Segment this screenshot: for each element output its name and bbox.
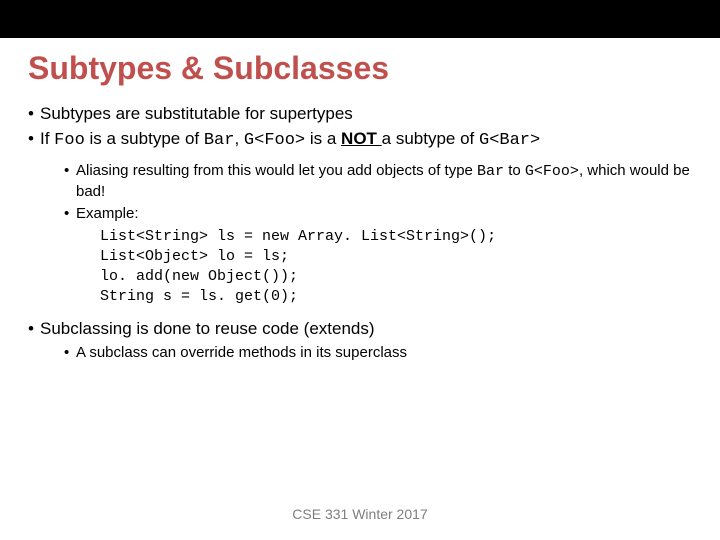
text-fragment: , [234,129,243,148]
code-gfoo-inline: G<Foo> [525,163,579,180]
slide-content: Subtypes & Subclasses Subtypes are subst… [0,38,720,363]
bullet-override: A subclass can override methods in its s… [64,343,692,363]
text-fragment: Aliasing resulting from this would let y… [76,162,477,179]
slide-footer: CSE 331 Winter 2017 [0,506,720,522]
code-line-3: lo. add(new Object()); [100,267,692,287]
sub-bullets: Aliasing resulting from this would let y… [28,161,692,225]
top-black-bar [0,0,720,38]
code-bar-inline: Bar [477,163,504,180]
code-line-4: String s = ls. get(0); [100,287,692,307]
text-fragment: is a [305,129,341,148]
sub-bullets-2: A subclass can override methods in its s… [28,343,692,363]
code-bar: Bar [204,131,235,150]
text-fragment: a subtype of [382,129,479,148]
text-fragment: is a subtype of [85,129,204,148]
bullet-aliasing: Aliasing resulting from this would let y… [64,161,692,203]
bullet-subclassing: Subclassing is done to reuse code (exten… [28,318,692,341]
code-line-2: List<Object> lo = ls; [100,247,692,267]
bullet-example: Example: [64,204,692,224]
code-foo: Foo [54,131,85,150]
slide-title: Subtypes & Subclasses [28,50,692,87]
bullet-foo-bar-not-subtype: If Foo is a subtype of Bar, G<Foo> is a … [28,128,692,153]
code-gfoo: G<Foo> [244,131,305,150]
text-fragment: If [40,129,54,148]
code-line-1: List<String> ls = new Array. List<String… [100,227,692,247]
code-gbar: G<Bar> [479,131,540,150]
bullet-list: Subtypes are substitutable for supertype… [28,103,692,363]
text-fragment: to [504,162,525,179]
not-emphasis: NOT [341,129,382,148]
bullet-subtypes-substitutable: Subtypes are substitutable for supertype… [28,103,692,126]
